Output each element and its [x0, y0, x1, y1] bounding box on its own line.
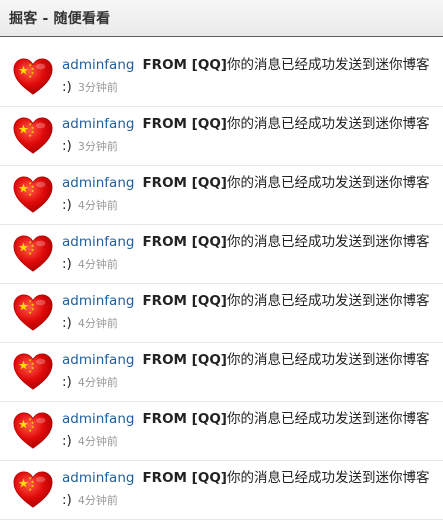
timestamp: 4分钟前: [77, 199, 118, 212]
china-flag-heart-icon: [12, 174, 54, 216]
timestamp: 4分钟前: [77, 494, 118, 507]
china-flag-heart-icon: [12, 292, 54, 334]
china-flag-heart-icon: [12, 115, 54, 157]
username-link[interactable]: adminfang: [62, 234, 134, 250]
feed-item: adminfang FROM [QQ]你的消息已经成功发送到迷你博客 :) 4分钟前: [0, 343, 443, 402]
avatar[interactable]: [12, 410, 54, 452]
feed-item-content: adminfang FROM [QQ]你的消息已经成功发送到迷你博客 :) 4分钟前: [62, 408, 430, 453]
china-flag-heart-icon: [12, 233, 54, 275]
feed-item: adminfang FROM [QQ]你的消息已经成功发送到迷你博客 :) 4分钟前: [0, 284, 443, 343]
avatar[interactable]: [12, 351, 54, 393]
source-label: FROM [QQ]: [142, 411, 227, 427]
source-label: FROM [QQ]: [142, 293, 227, 309]
avatar[interactable]: [12, 56, 54, 98]
source-label: FROM [QQ]: [142, 352, 227, 368]
source-label: FROM [QQ]: [142, 116, 227, 132]
username-link[interactable]: adminfang: [62, 57, 134, 73]
china-flag-heart-icon: [12, 56, 54, 98]
feed-item: adminfang FROM [QQ]你的消息已经成功发送到迷你博客 :) 4分钟前: [0, 225, 443, 284]
avatar[interactable]: [12, 174, 54, 216]
china-flag-heart-icon: [12, 351, 54, 393]
username-link[interactable]: adminfang: [62, 293, 134, 309]
feed-item: adminfang FROM [QQ]你的消息已经成功发送到迷你博客 :) 4分钟前: [0, 402, 443, 461]
feed-item-content: adminfang FROM [QQ]你的消息已经成功发送到迷你博客 :) 3分钟前: [62, 54, 430, 99]
avatar[interactable]: [12, 469, 54, 511]
feed-panel: 掘客 - 随便看看 adminfang FROM [QQ]你的消息已经成功发送到迷…: [0, 0, 443, 523]
username-link[interactable]: adminfang: [62, 411, 134, 427]
source-label: FROM [QQ]: [142, 470, 227, 486]
avatar[interactable]: [12, 292, 54, 334]
username-link[interactable]: adminfang: [62, 175, 134, 191]
feed-item: adminfang FROM [QQ]你的消息已经成功发送到迷你博客 :) 4分钟前: [0, 461, 443, 520]
timestamp: 4分钟前: [77, 435, 118, 448]
feed-item: adminfang FROM [QQ]你的消息已经成功发送到迷你博客 :) 3分钟前: [0, 107, 443, 166]
feed-item-content: adminfang FROM [QQ]你的消息已经成功发送到迷你博客 :) 4分钟前: [62, 172, 430, 217]
feed-item-content: adminfang FROM [QQ]你的消息已经成功发送到迷你博客 :) 3分钟前: [62, 113, 430, 158]
panel-title: 掘客 - 随便看看: [9, 11, 111, 27]
feed-list: adminfang FROM [QQ]你的消息已经成功发送到迷你博客 :) 3分钟前…: [0, 48, 443, 520]
panel-header: 掘客 - 随便看看: [0, 0, 443, 37]
username-link[interactable]: adminfang: [62, 352, 134, 368]
username-link[interactable]: adminfang: [62, 470, 134, 486]
china-flag-heart-icon: [12, 469, 54, 511]
timestamp: 4分钟前: [77, 317, 118, 330]
source-label: FROM [QQ]: [142, 234, 227, 250]
feed-item: adminfang FROM [QQ]你的消息已经成功发送到迷你博客 :) 3分钟前: [0, 48, 443, 107]
feed-item-content: adminfang FROM [QQ]你的消息已经成功发送到迷你博客 :) 4分钟前: [62, 290, 430, 335]
avatar[interactable]: [12, 233, 54, 275]
source-label: FROM [QQ]: [142, 57, 227, 73]
source-label: FROM [QQ]: [142, 175, 227, 191]
feed-item: adminfang FROM [QQ]你的消息已经成功发送到迷你博客 :) 4分钟前: [0, 166, 443, 225]
feed-item-content: adminfang FROM [QQ]你的消息已经成功发送到迷你博客 :) 4分钟前: [62, 231, 430, 276]
feed-item-content: adminfang FROM [QQ]你的消息已经成功发送到迷你博客 :) 4分钟前: [62, 349, 430, 394]
timestamp: 3分钟前: [77, 140, 118, 153]
avatar[interactable]: [12, 115, 54, 157]
timestamp: 4分钟前: [77, 258, 118, 271]
timestamp: 3分钟前: [77, 81, 118, 94]
feed-item-content: adminfang FROM [QQ]你的消息已经成功发送到迷你博客 :) 4分钟前: [62, 467, 430, 512]
china-flag-heart-icon: [12, 410, 54, 452]
username-link[interactable]: adminfang: [62, 116, 134, 132]
timestamp: 4分钟前: [77, 376, 118, 389]
